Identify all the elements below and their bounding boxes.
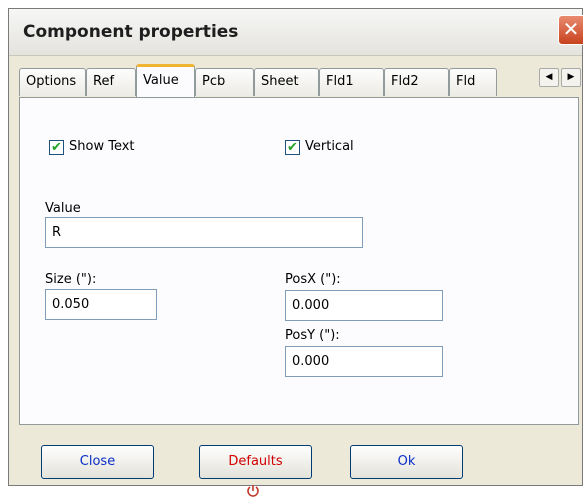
tab-pcb[interactable]: Pcb bbox=[195, 68, 254, 96]
tab-fld1[interactable]: Fld1 bbox=[319, 68, 384, 96]
dialog-title: Component properties bbox=[23, 22, 239, 42]
title-bar: Component properties ✕ bbox=[9, 9, 584, 56]
tab-scroll-buttons: ◀ ▶ bbox=[539, 68, 581, 87]
value-input[interactable] bbox=[45, 217, 363, 248]
posx-input[interactable] bbox=[285, 290, 443, 321]
value-tab-panel: ✔ Show Text ✔ Vertical Value Size ("): P… bbox=[19, 97, 579, 425]
tab-fld3[interactable]: Fld bbox=[449, 68, 497, 96]
show-text-checkbox[interactable]: ✔ bbox=[49, 140, 64, 155]
posy-input[interactable] bbox=[285, 346, 443, 377]
vertical-checkbox[interactable]: ✔ bbox=[285, 140, 300, 155]
tab-options[interactable]: Options bbox=[19, 68, 86, 96]
size-label: Size ("): bbox=[45, 272, 97, 287]
size-input[interactable] bbox=[45, 289, 157, 320]
posy-label: PosY ("): bbox=[285, 328, 340, 343]
power-icon bbox=[247, 485, 259, 497]
scroll-left-icon[interactable]: ◀ bbox=[539, 68, 559, 87]
close-button[interactable]: Close bbox=[41, 445, 154, 479]
value-label: Value bbox=[45, 201, 81, 216]
scroll-right-icon[interactable]: ▶ bbox=[561, 68, 581, 87]
ok-button[interactable]: Ok bbox=[350, 445, 463, 479]
defaults-button[interactable]: Defaults bbox=[199, 445, 312, 479]
tab-ref[interactable]: Ref bbox=[86, 68, 136, 96]
tab-value[interactable]: Value bbox=[136, 64, 195, 97]
vertical-label: Vertical bbox=[305, 139, 354, 154]
close-icon[interactable]: ✕ bbox=[558, 15, 584, 45]
tab-fld2[interactable]: Fld2 bbox=[384, 68, 449, 96]
tab-sheet[interactable]: Sheet bbox=[254, 68, 319, 96]
component-properties-dialog: Component properties ✕ Options Ref Value… bbox=[8, 8, 584, 486]
show-text-label: Show Text bbox=[69, 139, 135, 154]
tab-strip: Options Ref Value Pcb Sheet Fld1 Fld2 Fl… bbox=[19, 64, 581, 98]
posx-label: PosX ("): bbox=[285, 272, 341, 287]
